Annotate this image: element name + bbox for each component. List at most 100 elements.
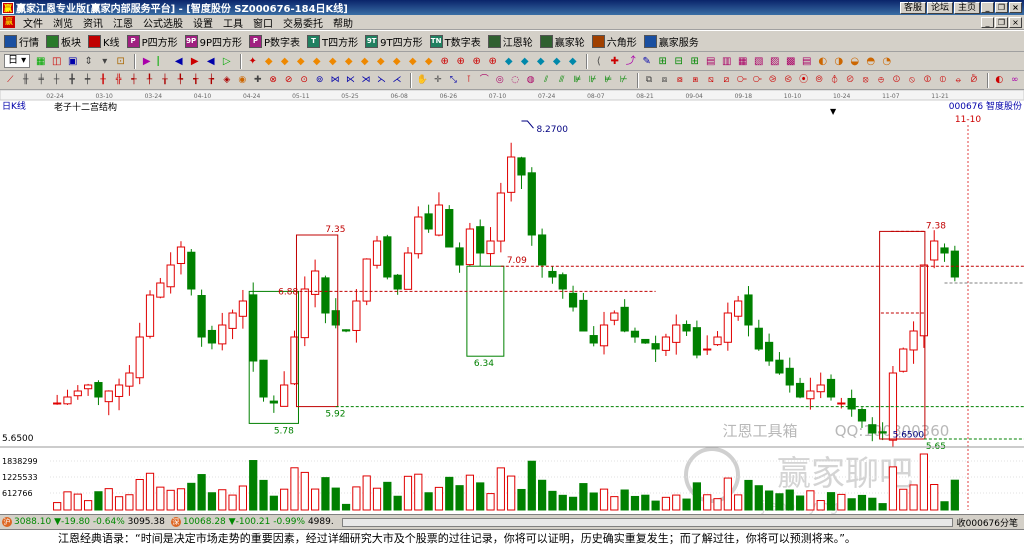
- draw-tool-21-icon[interactable]: ◆: [374, 55, 387, 68]
- horizontal-scrollbar[interactable]: [341, 517, 953, 527]
- analysis-tool-4-icon[interactable]: ┼: [50, 74, 62, 87]
- draw-tool-12-icon[interactable]: ▷: [220, 55, 233, 68]
- forum-button[interactable]: 论坛: [926, 1, 953, 14]
- toolbar-gann-wheel-button[interactable]: 江恩轮: [487, 34, 533, 49]
- analysis-tool-52-icon[interactable]: ⦾: [813, 74, 825, 87]
- draw-tool-5-icon[interactable]: ▾: [98, 55, 111, 68]
- analysis-tool-32-icon[interactable]: ◎: [494, 74, 506, 87]
- analysis-tool-44-icon[interactable]: ⧆: [689, 74, 701, 87]
- draw-tool-7-icon[interactable]: ▶: [140, 55, 153, 68]
- analysis-tool-25-icon[interactable]: ⋋: [375, 74, 387, 87]
- analysis-tool-16-icon[interactable]: ◉: [236, 74, 248, 87]
- toolbar-service-button[interactable]: 赢家服务: [643, 34, 699, 49]
- analysis-tool-49-icon[interactable]: ⧁: [767, 74, 779, 87]
- toolbar-t-square-button[interactable]: T T四方形: [307, 34, 358, 49]
- analysis-tool-35-icon[interactable]: ⫽: [540, 74, 552, 87]
- draw-tool-51-icon[interactable]: ◓: [864, 55, 877, 68]
- draw-tool-39-icon[interactable]: ⊟: [672, 55, 685, 68]
- draw-tool-20-icon[interactable]: ◆: [358, 55, 371, 68]
- draw-tool-34-icon[interactable]: ⟨: [592, 55, 605, 68]
- draw-tool-4-icon[interactable]: ⇕: [82, 55, 95, 68]
- kline-chart[interactable]: 02-24 03-10 03-24 04-10 04-24 05-11 05-25 06-08…: [0, 89, 1024, 515]
- draw-tool-38-icon[interactable]: ⊞: [656, 55, 669, 68]
- draw-tool-43-icon[interactable]: ▦: [736, 55, 749, 68]
- analysis-tool-10-icon[interactable]: ╀: [143, 74, 155, 87]
- draw-tool-32-icon[interactable]: ◆: [550, 55, 563, 68]
- draw-tool-15-icon[interactable]: ◆: [278, 55, 291, 68]
- analysis-tool-22-icon[interactable]: ⋈: [329, 74, 341, 87]
- restore-icon[interactable]: ❐: [995, 2, 1008, 13]
- menu-browse[interactable]: 浏览: [48, 15, 78, 30]
- analysis-tool-43-icon[interactable]: ⧇: [674, 74, 686, 87]
- toolbar-grid-button[interactable]: 行情: [4, 34, 39, 49]
- toolbar-9t-square-button[interactable]: 9T 9T四方形: [365, 34, 423, 49]
- analysis-tool-3-icon[interactable]: ╪: [35, 74, 47, 87]
- draw-tool-23-icon[interactable]: ◆: [406, 55, 419, 68]
- draw-tool-10-icon[interactable]: ▶: [188, 55, 201, 68]
- analysis-tool-21-icon[interactable]: ⊚: [313, 74, 325, 87]
- draw-tool-6-icon[interactable]: ⊡: [114, 55, 127, 68]
- draw-tool-24-icon[interactable]: ◆: [422, 55, 435, 68]
- analysis-tool-50-icon[interactable]: ⧀: [782, 74, 794, 87]
- draw-tool-40-icon[interactable]: ⊞: [688, 55, 701, 68]
- analysis-tool-6-icon[interactable]: ┿: [81, 74, 93, 87]
- mdi-minimize-icon[interactable]: _: [981, 16, 994, 28]
- service-button[interactable]: 客服: [899, 1, 926, 14]
- analysis-tool-37-icon[interactable]: ⊯: [571, 74, 583, 87]
- menu-tools[interactable]: 工具: [218, 15, 248, 30]
- draw-tool-42-icon[interactable]: ▥: [720, 55, 733, 68]
- analysis-tool-54-icon[interactable]: ⦼: [844, 74, 856, 87]
- analysis-tool-29-icon[interactable]: ⤡: [447, 74, 459, 87]
- analysis-tool-23-icon[interactable]: ⋉: [344, 74, 356, 87]
- analysis-tool-40-icon[interactable]: ⊬: [617, 74, 629, 87]
- draw-tool-50-icon[interactable]: ◒: [848, 55, 861, 68]
- close-icon[interactable]: ×: [1009, 2, 1022, 13]
- draw-tool-22-icon[interactable]: ◆: [390, 55, 403, 68]
- analysis-tool-20-icon[interactable]: ⊙: [298, 74, 310, 87]
- analysis-tool-28-icon[interactable]: ✛: [432, 74, 444, 87]
- draw-tool-19-icon[interactable]: ◆: [342, 55, 355, 68]
- analysis-tool-9-icon[interactable]: ┽: [128, 74, 140, 87]
- analysis-tool-55-icon[interactable]: ⦻: [859, 74, 871, 87]
- draw-tool-35-icon[interactable]: ✚: [608, 55, 621, 68]
- index2-segment[interactable]: 深 10068.28 ▼-100.21 -0.99% 4989.: [169, 517, 334, 527]
- draw-tool-9-icon[interactable]: ◀: [172, 55, 185, 68]
- draw-tool-3-icon[interactable]: ▣: [66, 55, 79, 68]
- draw-tool-29-icon[interactable]: ◆: [502, 55, 515, 68]
- analysis-tool-31-icon[interactable]: ⌒: [478, 74, 490, 87]
- draw-tool-8-icon[interactable]: ⎸: [156, 55, 169, 68]
- analysis-tool-39-icon[interactable]: ⊭: [602, 74, 614, 87]
- analysis-tool-2-icon[interactable]: ╫: [19, 74, 31, 87]
- draw-tool-26-icon[interactable]: ⊕: [454, 55, 467, 68]
- analysis-tool-42-icon[interactable]: ⧈: [658, 74, 670, 87]
- draw-tool-49-icon[interactable]: ◑: [832, 55, 845, 68]
- analysis-tool-13-icon[interactable]: ╅: [190, 74, 202, 87]
- index1-segment[interactable]: 沪 3088.10 ▼-19.80 -0.64% 3095.38: [0, 517, 165, 527]
- analysis-tool-18-icon[interactable]: ⊗: [267, 74, 279, 87]
- draw-tool-52-icon[interactable]: ◔: [880, 55, 893, 68]
- menu-help[interactable]: 帮助: [328, 15, 358, 30]
- draw-tool-25-icon[interactable]: ⊕: [438, 55, 451, 68]
- analysis-tool-33-icon[interactable]: ◌: [509, 74, 521, 87]
- draw-tool-14-icon[interactable]: ◆: [262, 55, 275, 68]
- analysis-tool-1-icon[interactable]: ⟋: [4, 74, 16, 87]
- analysis-tool-12-icon[interactable]: ╄: [174, 74, 186, 87]
- analysis-tool-24-icon[interactable]: ⋊: [360, 74, 372, 87]
- draw-tool-11-icon[interactable]: ◀: [204, 55, 217, 68]
- menu-window[interactable]: 窗口: [248, 15, 278, 30]
- analysis-tool-64-icon[interactable]: ∞: [1009, 74, 1021, 87]
- analysis-tool-15-icon[interactable]: ◈: [221, 74, 233, 87]
- toolbar-p-square-button[interactable]: P P四方形: [126, 34, 178, 49]
- analysis-tool-34-icon[interactable]: ◍: [524, 74, 536, 87]
- analysis-tool-63-icon[interactable]: ◐: [993, 74, 1005, 87]
- menu-trading[interactable]: 交易委托: [278, 15, 328, 30]
- draw-tool-18-icon[interactable]: ◆: [326, 55, 339, 68]
- analysis-tool-5-icon[interactable]: ╋: [66, 74, 78, 87]
- analysis-tool-27-icon[interactable]: ✋: [416, 74, 428, 87]
- mdi-restore-icon[interactable]: ❐: [995, 16, 1008, 28]
- draw-tool-1-icon[interactable]: ▦: [34, 55, 47, 68]
- draw-tool-44-icon[interactable]: ▧: [752, 55, 765, 68]
- mdi-close-icon[interactable]: ×: [1009, 16, 1022, 28]
- analysis-tool-36-icon[interactable]: ⫻: [555, 74, 567, 87]
- homepage-button[interactable]: 主页: [953, 1, 980, 14]
